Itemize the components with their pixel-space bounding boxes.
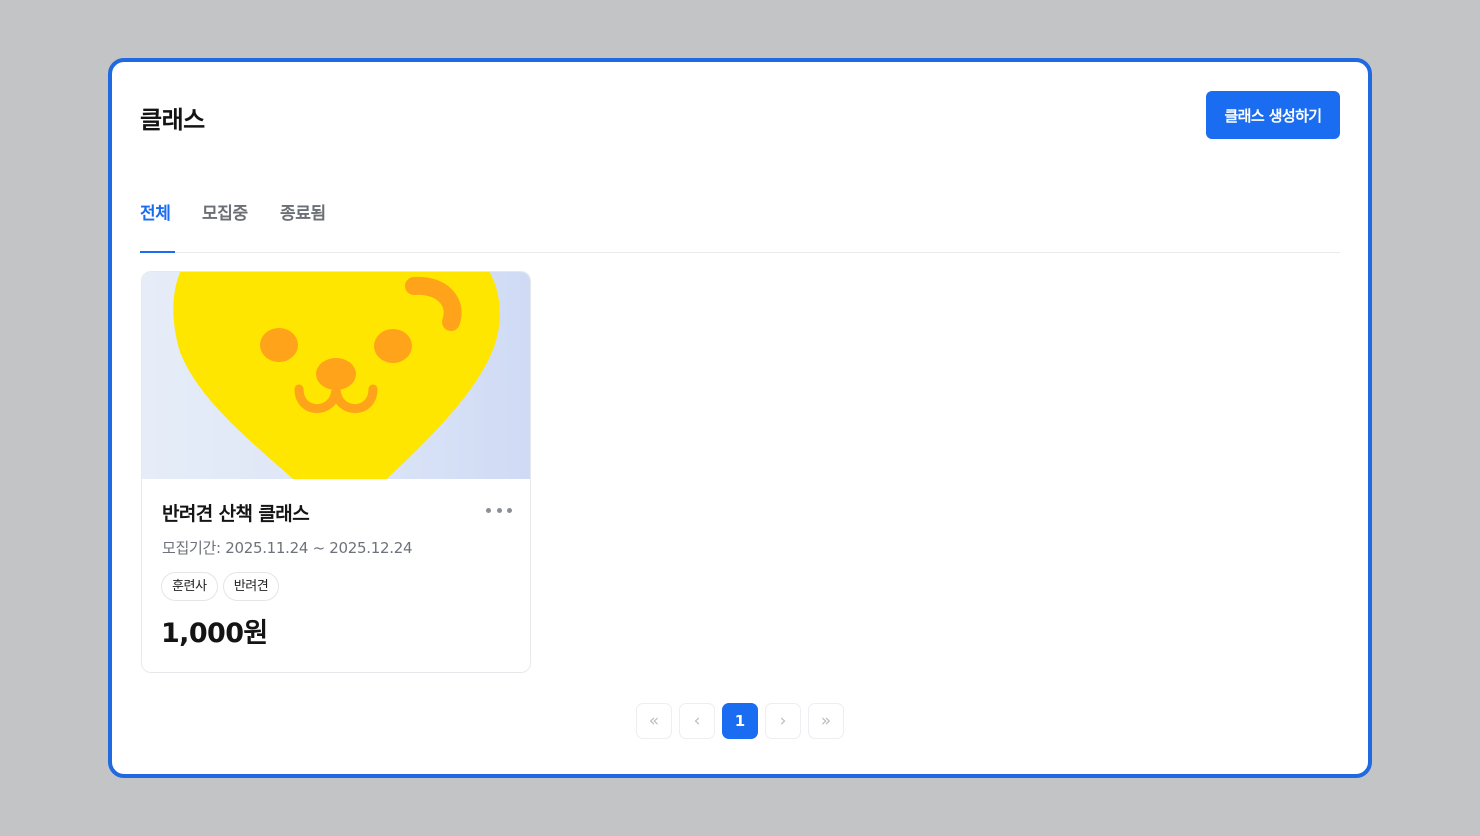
page-title: 클래스 (140, 106, 205, 134)
page-button-current[interactable]: 1 (722, 703, 758, 739)
chevron-left-icon[interactable]: ‹ (679, 703, 715, 739)
class-thumbnail (142, 272, 530, 479)
dog-face-illustration (173, 272, 500, 479)
tag-list: 훈련사 반려견 (161, 572, 280, 601)
tab-recruiting[interactable]: 모집중 (202, 200, 248, 253)
create-class-button[interactable]: 클래스 생성하기 (1206, 91, 1340, 139)
status-tabs: 전체 모집중 종료됨 (140, 200, 1340, 253)
class-panel: 클래스 클래스 생성하기 전체 모집중 종료됨 반려견 산책 클래스 모집기간:… (108, 58, 1372, 778)
double-chevron-right-icon[interactable]: » (808, 703, 844, 739)
pagination: « ‹ 1 › » (636, 703, 844, 739)
tag-chip: 훈련사 (161, 572, 218, 601)
tab-ended[interactable]: 종료됨 (280, 200, 326, 253)
class-card[interactable]: 반려견 산책 클래스 모집기간: 2025.11.24 ~ 2025.12.24… (141, 271, 531, 673)
chevron-right-icon[interactable]: › (765, 703, 801, 739)
double-chevron-left-icon[interactable]: « (636, 703, 672, 739)
tab-all[interactable]: 전체 (140, 200, 175, 253)
more-horizontal-icon[interactable] (486, 503, 512, 517)
recruit-period: 모집기간: 2025.11.24 ~ 2025.12.24 (162, 539, 413, 557)
tag-chip: 반려견 (222, 572, 280, 601)
class-price: 1,000원 (161, 618, 268, 649)
class-title: 반려견 산책 클래스 (162, 503, 310, 525)
